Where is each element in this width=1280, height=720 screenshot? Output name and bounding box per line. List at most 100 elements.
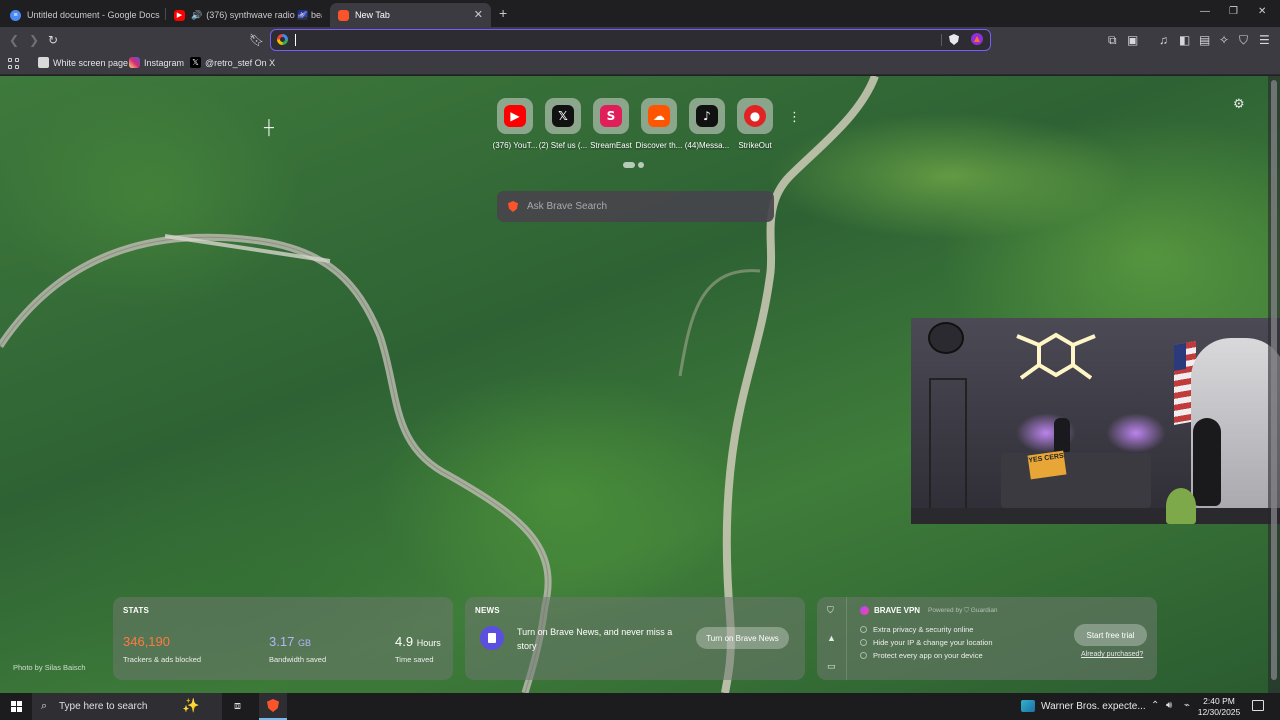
volume-icon[interactable]: 🔊︎ (1166, 700, 1172, 711)
wallet-icon[interactable]: ▤ (1199, 32, 1210, 48)
taskbar-search[interactable]: ⌕ Type here to search ✨ (32, 693, 222, 720)
scrollbar[interactable] (1268, 76, 1280, 693)
top-site-tile: S (593, 98, 629, 134)
stats-heading: STATS (123, 606, 150, 615)
top-site-soundcloud[interactable]: ☁ Discover th... (634, 98, 684, 150)
bookmark-label: White screen page (53, 57, 129, 68)
start-free-trial-button[interactable]: Start free trial (1074, 624, 1147, 646)
close-window-button[interactable]: ✕ (1258, 6, 1266, 17)
close-tab-icon[interactable]: ✕ (474, 8, 483, 21)
cursor-icon: ┼ (264, 119, 274, 135)
scrollbar-thumb[interactable] (1271, 80, 1277, 680)
card-icon[interactable]: ▭ (827, 661, 836, 672)
bookmark-instagram[interactable]: Instagram (129, 57, 184, 68)
media-icon[interactable]: ♫ (1159, 32, 1168, 48)
figure (1054, 418, 1070, 452)
already-purchased-link[interactable]: Already purchased? (1081, 651, 1143, 658)
news-thumbnail-icon (1021, 700, 1035, 712)
bookmark-white-screen[interactable]: White screen page (38, 57, 128, 68)
notification-icon[interactable] (1252, 700, 1264, 711)
reload-button[interactable]: ↻ (48, 32, 58, 48)
screenshot-icon[interactable]: ▣ (1127, 32, 1138, 48)
toolbar: ❮ ❯ ↻ 🔖︎ ⧉ ▣ ♫ ◧ ▤ ✧ ⛉ ☰ (0, 27, 1280, 53)
page-icon (38, 57, 49, 68)
top-site-tile: ☁ (641, 98, 677, 134)
top-site-tile: ● (737, 98, 773, 134)
top-site-x[interactable]: 𝕏 (2) Stef us (... (538, 98, 588, 150)
trackers-label: Trackers & ads blocked (123, 655, 202, 664)
taskbar: ⌕ Type here to search ✨ ⧈ Warner Bros. e… (0, 693, 1280, 720)
vpn-shield-icon[interactable]: ⛉ (827, 605, 834, 616)
network-icon[interactable]: ⌁ (1184, 700, 1190, 711)
top-site-tiktok[interactable]: ♪ (44)Messa... (682, 98, 732, 150)
pager-dot-active[interactable] (623, 162, 635, 168)
brave-search-box[interactable]: Ask Brave Search (497, 191, 774, 222)
brave-taskbar-icon[interactable] (259, 693, 287, 720)
system-clock[interactable]: 2:40 PM 12/30/2025 (1197, 696, 1241, 718)
hexagon-light (1016, 332, 1096, 380)
tray-chevron-icon[interactable]: ⌃ (1151, 700, 1159, 711)
settings-gear-icon[interactable]: ⚙ (1233, 96, 1245, 112)
tab-strip: ≡ Untitled document - Google Docs ▶ 🔊 (3… (0, 0, 1280, 27)
sparkle-icon: ✨ (182, 697, 200, 713)
news-heading: NEWS (475, 606, 500, 615)
task-view-icon[interactable]: ⧈ (234, 700, 241, 713)
windows-start-icon[interactable] (11, 701, 22, 712)
time-label: Time saved (395, 655, 434, 664)
couch (1001, 453, 1151, 508)
sidebar-icon[interactable]: ◧ (1179, 32, 1190, 48)
restore-button[interactable]: ❐ (1229, 6, 1238, 17)
plant (1166, 488, 1196, 524)
pager-dot[interactable] (638, 162, 644, 168)
turn-on-news-button[interactable]: Turn on Brave News (696, 627, 789, 649)
vpn-card: ⛉ ▲ ▭ BRAVE VPN Powered by ⛉ Guardian Ex… (817, 597, 1157, 680)
back-button[interactable]: ❮ (9, 32, 19, 48)
top-site-label: Discover th... (635, 141, 683, 150)
top-site-strikeout[interactable]: ● StrikeOut (730, 98, 780, 150)
clock-date: 12/30/2025 (1197, 707, 1241, 717)
bookmark-retro-stef[interactable]: 𝕏 @retro_stef On X (190, 57, 275, 68)
bookmark-icon[interactable]: 🔖︎ (249, 32, 264, 48)
top-site-label: StrikeOut (738, 141, 772, 150)
address-bar[interactable] (270, 29, 991, 51)
tab-youtube[interactable]: ▶ 🔊 (376) synthwave radio 🌌 beats t (166, 3, 322, 27)
menu-icon[interactable]: ☰ (1259, 32, 1270, 48)
top-site-streameast[interactable]: S StreamEast (586, 98, 636, 150)
tab-title: (376) synthwave radio 🌌 beats t (206, 9, 322, 20)
new-tab-button[interactable]: + (499, 5, 507, 21)
new-tab-page: ┼ ⚙ ▶ (376) YouT... 𝕏 (2) Stef us (... S… (0, 76, 1280, 693)
minimize-button[interactable]: — (1200, 6, 1210, 17)
check-icon (860, 626, 867, 633)
top-sites-more-icon[interactable]: ⋮ (788, 109, 801, 125)
taskbar-search-placeholder: Type here to search (59, 701, 148, 712)
time-unit: Hours (416, 638, 441, 648)
top-site-label: (376) YouT... (492, 141, 538, 150)
search-icon: ⌕ (41, 700, 48, 712)
brave-rewards-icon[interactable] (971, 33, 983, 45)
leo-ai-icon[interactable]: ✧ (1219, 32, 1229, 48)
purple-light (1106, 413, 1166, 453)
divider (941, 34, 942, 46)
instagram-icon (129, 57, 140, 68)
forward-button[interactable]: ❯ (29, 32, 39, 48)
tab-new-tab[interactable]: New Tab ✕ (330, 3, 491, 27)
news-widget-text: Warner Bros. expecte... (1041, 700, 1146, 712)
docs-icon: ≡ (10, 9, 21, 21)
bandwidth-value: 3.17 GB (269, 634, 311, 649)
extensions-icon[interactable]: ⧉ (1108, 32, 1117, 48)
news-card: NEWS Turn on Brave News, and never miss … (465, 597, 805, 680)
bookmark-label: @retro_stef On X (205, 57, 276, 68)
vpn-icon[interactable]: ⛉ (1239, 32, 1248, 48)
apps-grid-icon[interactable] (8, 58, 19, 69)
speaker-icon[interactable]: 🔊 (191, 10, 202, 21)
top-sites-pager[interactable] (623, 162, 644, 168)
top-site-youtube[interactable]: ▶ (376) YouT... (490, 98, 540, 150)
top-site-label: StreamEast (590, 141, 632, 150)
photo-credit[interactable]: Photo by Silas Baisch (13, 663, 86, 672)
vpn-title-text: BRAVE VPN (874, 606, 921, 615)
warning-icon[interactable]: ▲ (827, 633, 836, 643)
brave-shields-icon[interactable] (949, 34, 959, 45)
tab-google-docs[interactable]: ≡ Untitled document - Google Docs (2, 3, 162, 27)
bandwidth-label: Bandwidth saved (269, 655, 327, 664)
news-widget[interactable]: Warner Bros. expecte... (1021, 700, 1146, 712)
